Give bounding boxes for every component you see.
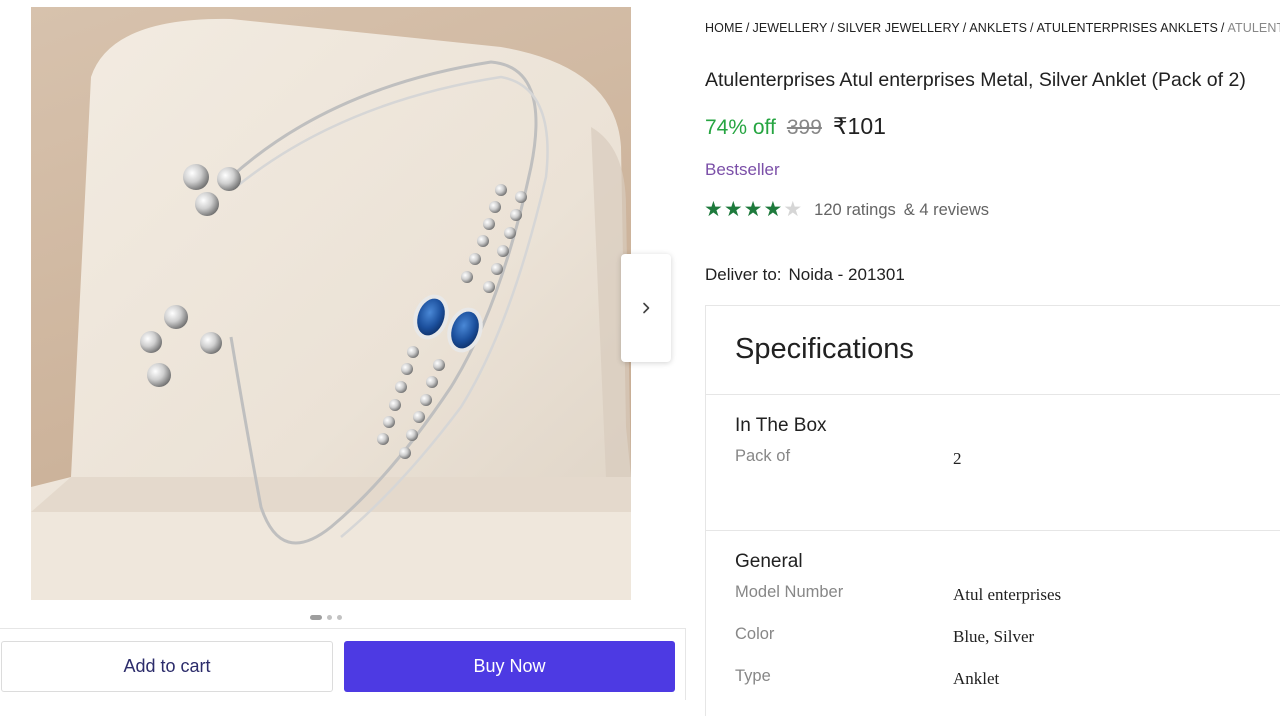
specifications-title: Specifications: [735, 333, 914, 365]
star-rating: ★ ★ ★ ★ ★: [704, 199, 802, 221]
spec-key: Color: [735, 625, 775, 643]
star-filled-icon: ★: [704, 198, 723, 221]
spec-value: Anklet: [953, 669, 1000, 688]
spec-row: Color Blue, Silver: [735, 625, 1280, 667]
spec-value: Atul enterprises: [953, 585, 1062, 604]
spec-key: Pack of: [735, 447, 791, 465]
star-filled-icon: ★: [723, 198, 743, 221]
deliver-to-label: Deliver to:: [705, 265, 782, 284]
selling-price: ₹101: [832, 113, 886, 139]
gallery-next-button[interactable]: [621, 254, 671, 362]
product-title: Atulenterprises Atul enterprises Metal, …: [705, 69, 1246, 91]
add-to-cart-button[interactable]: Add to cart: [1, 641, 333, 692]
gallery-dot[interactable]: [337, 615, 342, 620]
spec-value: Blue, Silver: [953, 627, 1035, 646]
gallery-dot-active[interactable]: [310, 615, 322, 620]
breadcrumb-item-anklets[interactable]: ANKLETS: [969, 21, 1027, 35]
spec-row: Type Anklet: [735, 667, 1280, 709]
deliver-to-value[interactable]: Noida - 201301: [789, 265, 905, 284]
spec-value: 2: [953, 449, 962, 468]
reviews-count[interactable]: & 4 reviews: [904, 201, 989, 220]
delivery-location[interactable]: Deliver to: Noida - 201301: [705, 265, 905, 285]
breadcrumb-item-silver-jewellery[interactable]: SILVER JEWELLERY: [837, 21, 960, 35]
spec-key: Model Number: [735, 583, 844, 601]
original-price: 399: [786, 116, 822, 139]
breadcrumb-separator: /: [830, 21, 835, 35]
breadcrumb-separator: /: [1030, 21, 1034, 35]
spec-group-in-the-box: In The Box Pack of 2: [706, 395, 1280, 531]
breadcrumb-separator: /: [962, 21, 967, 35]
star-filled-icon: ★: [763, 198, 783, 221]
chevron-right-icon: [643, 302, 650, 314]
specifications-header: Specifications: [706, 306, 1280, 395]
buy-now-button[interactable]: Buy Now: [344, 641, 675, 692]
star-filled-icon: ★: [743, 198, 763, 221]
spec-key: Type: [735, 667, 771, 685]
discount-percent: 74% off: [705, 116, 776, 139]
spec-group-title: In The Box: [735, 415, 827, 436]
gallery-pagination: [310, 615, 342, 620]
product-image[interactable]: [31, 7, 631, 600]
breadcrumb-separator: /: [745, 21, 750, 35]
breadcrumb-item-home[interactable]: HOME: [705, 21, 743, 35]
spec-group-title: General: [735, 551, 803, 572]
spec-row: Pack of 2: [735, 447, 1280, 489]
spec-row: Model Number Atul enterprises: [735, 583, 1280, 625]
star-empty-icon: ★: [783, 198, 803, 221]
rating-row[interactable]: ★ ★ ★ ★ ★ 120 ratings & 4 reviews: [704, 199, 989, 221]
anklet-photo: [31, 18, 631, 600]
bestseller-badge: Bestseller: [705, 160, 780, 179]
breadcrumb-item-jewellery[interactable]: JEWELLERY: [752, 21, 827, 35]
action-bar: Add to cart Buy Now: [0, 628, 686, 700]
breadcrumb-separator: /: [1220, 21, 1225, 35]
gallery-dot[interactable]: [327, 615, 332, 620]
breadcrumb-item-brand-anklets[interactable]: ATULENTERPRISES ANKLETS: [1037, 21, 1218, 35]
spec-group-general: General Model Number Atul enterprises Co…: [706, 531, 1280, 709]
breadcrumb: HOME / JEWELLERY / SILVER JEWELLERY / ANKLETS /…: [705, 21, 1280, 35]
ratings-count[interactable]: 120 ratings: [814, 201, 896, 220]
price-row: 74% off 399 ₹101: [705, 113, 886, 140]
specifications-panel: Specifications In The Box Pack of 2 Gene…: [705, 305, 1280, 716]
breadcrumb-item-current: ATULENTERPR: [1227, 21, 1280, 35]
